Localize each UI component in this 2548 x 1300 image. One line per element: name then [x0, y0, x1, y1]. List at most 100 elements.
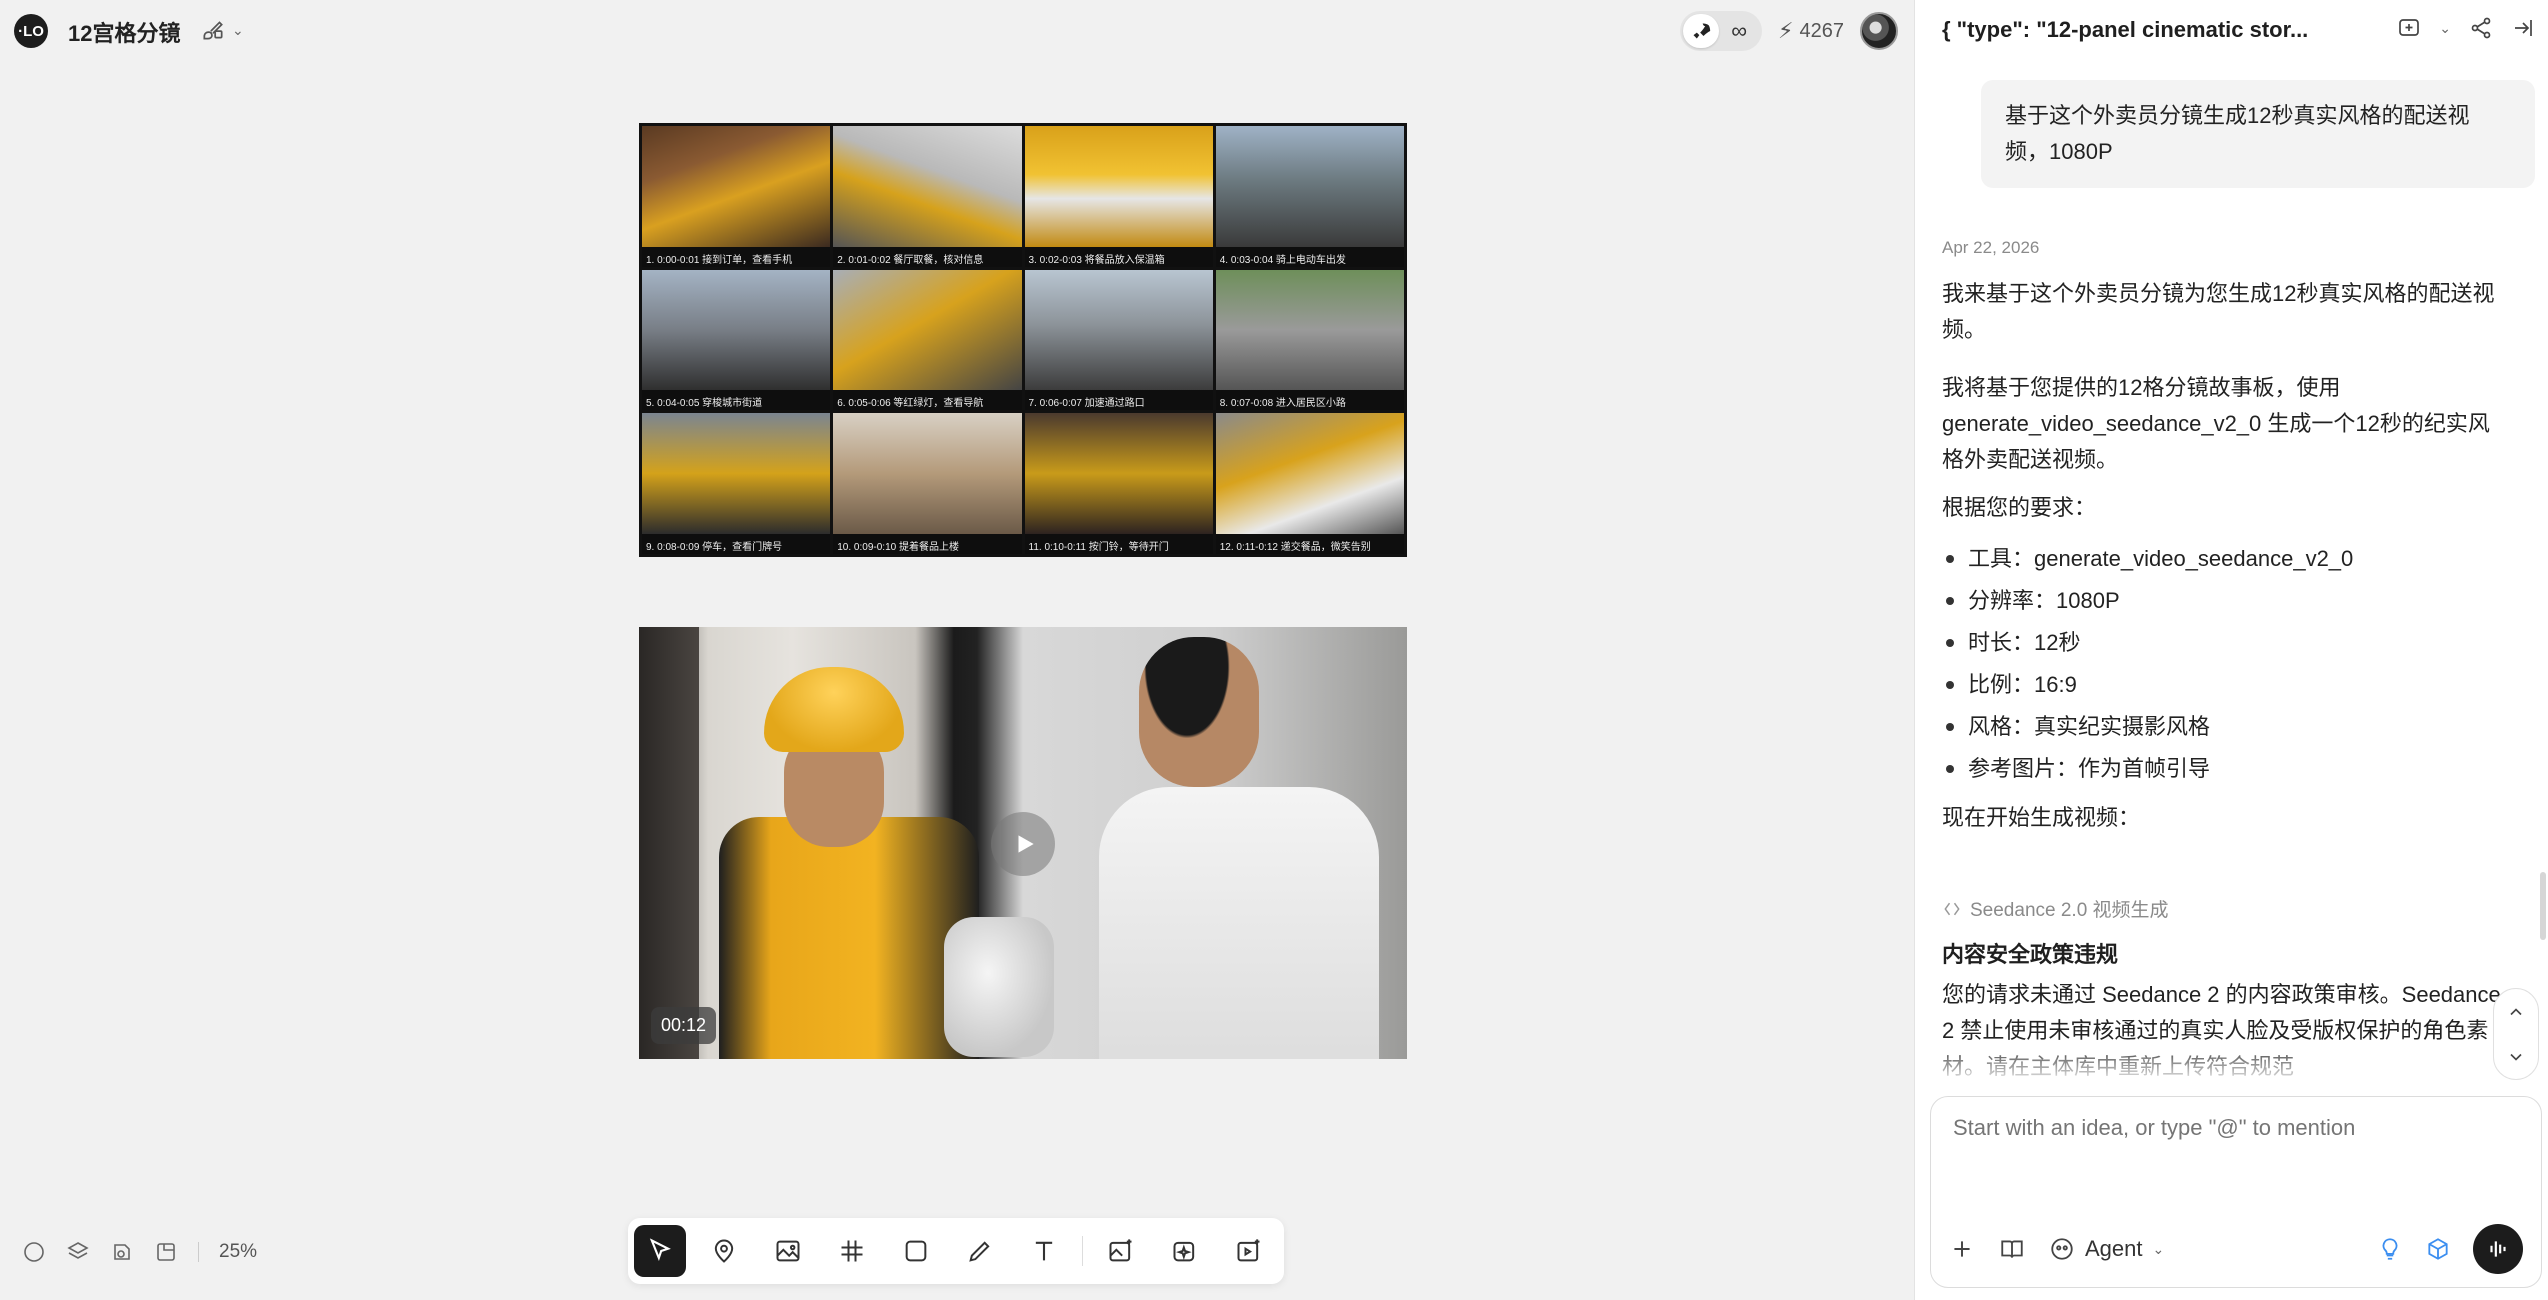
panel-caption: 9. 0:08-0:09 停车，查看门牌号: [642, 534, 831, 554]
book-icon[interactable]: [1999, 1236, 2025, 1262]
reply-start: 现在开始生成视频：: [1942, 805, 2141, 830]
cube-icon[interactable]: [2425, 1236, 2451, 1262]
chat-header: { "type": "12-panel cinematic stor... ⌄: [1915, 0, 2548, 60]
chat-title[interactable]: { "type": "12-panel cinematic stor...: [1942, 17, 2372, 43]
pen-tool[interactable]: [954, 1225, 1006, 1277]
square-icon: [905, 1240, 927, 1262]
canvas-area[interactable]: ·LO 12宫格分镜 ⌄ ∞ ⚡ 4267 1. 0:00-0:01 接到订单，…: [0, 0, 1914, 1300]
map-icon[interactable]: [154, 1240, 178, 1264]
storyboard-panel: 9. 0:08-0:09 停车，查看门牌号: [642, 413, 831, 554]
text-tool[interactable]: [1018, 1225, 1070, 1277]
scrollbar[interactable]: [2540, 872, 2546, 940]
list-item: 分辨率：1080P: [1942, 580, 2502, 622]
panel-caption: 5. 0:04-0:05 穿梭城市街道: [642, 390, 831, 411]
waveform-icon: [2490, 1241, 2506, 1257]
rocket-icon[interactable]: [1683, 14, 1720, 48]
list-item: 比例：16:9: [1942, 664, 2502, 706]
storyboard-panel: 1. 0:00-0:01 接到订单，查看手机: [642, 126, 831, 267]
storyboard-panel: 10. 0:09-0:10 提着餐品上楼: [833, 413, 1022, 554]
image-generator-tool[interactable]: [1095, 1225, 1147, 1277]
panel-caption: 12. 0:11-0:12 递交餐品，微笑告别: [1215, 534, 1404, 554]
text-icon: [1035, 1241, 1053, 1261]
storyboard-panel: 4. 0:03-0:04 骑上电动车出发: [1215, 126, 1404, 267]
message-date: Apr 22, 2026: [1942, 238, 2040, 257]
video-duration: 00:12: [651, 1007, 717, 1044]
layers-icon[interactable]: [66, 1240, 90, 1264]
message-composer: Agent ⌄: [1930, 1096, 2542, 1288]
image-upload-tool[interactable]: [762, 1225, 814, 1277]
canvas-footer: 25%: [22, 1240, 257, 1264]
credits-counter[interactable]: ⚡ 4267: [1778, 18, 1844, 44]
chevron-down-icon: ⌄: [232, 21, 244, 38]
assistant-message: 我来基于这个外卖员分镜为您生成12秒真实风格的配送视频。 我将基于您提供的12格…: [1942, 276, 2502, 848]
avatar[interactable]: [1860, 12, 1898, 50]
chevron-up-icon[interactable]: [2506, 1002, 2526, 1022]
top-bar: ·LO 12宫格分镜 ⌄ ∞ ⚡ 4267: [0, 0, 1914, 62]
message-nav: [2493, 988, 2539, 1080]
panel-caption: 7. 0:06-0:07 加速通过路口: [1024, 390, 1213, 411]
user-message: 基于这个外卖员分镜生成12秒真实风格的配送视频，1080P: [1981, 80, 2535, 188]
image-sparkle-icon: [1109, 1239, 1132, 1262]
list-item: 工具：generate_video_seedance_v2_0: [1942, 538, 2502, 580]
canvas-toolbar: [628, 1218, 1284, 1284]
panel-caption: 2. 0:01-0:02 餐厅取餐，核对信息: [833, 246, 1022, 267]
select-tool[interactable]: [634, 1225, 686, 1277]
project-title[interactable]: 12宫格分镜: [68, 16, 180, 48]
location-pin-icon: [714, 1239, 734, 1263]
image-icon: [776, 1240, 800, 1262]
storyboard-panel: 6. 0:05-0:06 等红绿灯，查看导航: [833, 269, 1022, 411]
new-chat-icon[interactable]: [2397, 16, 2421, 40]
agent-mode-selector[interactable]: Agent ⌄: [2049, 1236, 2164, 1262]
reply-requirements-heading: 根据您的要求：: [1942, 495, 2097, 520]
chevron-down-icon[interactable]: [2506, 1047, 2526, 1067]
zoom-level[interactable]: 25%: [219, 1241, 257, 1263]
project-menu-button[interactable]: ⌄: [200, 17, 244, 43]
video-player[interactable]: 00:12: [639, 627, 1407, 1059]
panel-caption: 4. 0:03-0:04 骑上电动车出发: [1215, 246, 1404, 267]
list-item: 风格：真实纪实摄影风格: [1942, 706, 2502, 748]
panel-caption: 6. 0:05-0:06 等红绿灯，查看导航: [833, 390, 1022, 411]
plus-icon[interactable]: [1949, 1236, 1975, 1262]
storyboard-panel: 8. 0:07-0:08 进入居民区小路: [1215, 269, 1404, 411]
message-input[interactable]: [1953, 1115, 2513, 1141]
storyboard-panel: 12. 0:11-0:12 递交餐品，微笑告别: [1215, 413, 1404, 554]
circle-icon[interactable]: [22, 1240, 46, 1264]
video-generator-tool[interactable]: [1223, 1225, 1275, 1277]
infinity-icon[interactable]: ∞: [1719, 18, 1759, 44]
chevron-down-icon[interactable]: ⌄: [2439, 20, 2451, 37]
frame-tool[interactable]: [826, 1225, 878, 1277]
pin-tool[interactable]: [698, 1225, 750, 1277]
tool-call-tag[interactable]: Seedance 2.0 视频生成: [1942, 895, 2169, 922]
storyboard-panel: 7. 0:06-0:07 加速通过路口: [1024, 269, 1213, 411]
mode-toggle[interactable]: ∞: [1680, 11, 1763, 51]
video-plus-icon: [1237, 1239, 1260, 1262]
requirements-list: 工具：generate_video_seedance_v2_0 分辨率：1080…: [1942, 538, 2502, 790]
play-icon: [1018, 835, 1034, 853]
reply-plan: 我将基于您提供的12格分镜故事板，使用 generate_video_seeda…: [1942, 375, 2490, 472]
chat-panel: { "type": "12-panel cinematic stor... ⌄ …: [1914, 0, 2548, 1300]
storyboard-panel: 11. 0:10-0:11 按门铃，等待开门: [1024, 413, 1213, 554]
app-logo[interactable]: ·LO: [14, 14, 48, 48]
agent-label: Agent: [2085, 1236, 2143, 1261]
panel-caption: 1. 0:00-0:01 接到订单，查看手机: [642, 246, 831, 267]
panel-caption: 8. 0:07-0:08 进入居民区小路: [1215, 390, 1404, 411]
assets-icon[interactable]: [110, 1240, 134, 1264]
pen-icon: [969, 1241, 990, 1262]
list-item: 参考图片：作为首帧引导: [1942, 748, 2502, 790]
lightbulb-icon[interactable]: [2377, 1236, 2403, 1262]
food-bag: [944, 917, 1054, 1057]
play-button[interactable]: [991, 812, 1055, 876]
policy-error-title: 内容安全政策违规: [1942, 942, 2119, 967]
helmet: [764, 667, 904, 752]
voice-input-button[interactable]: [2473, 1224, 2523, 1274]
collapse-panel-icon[interactable]: [2511, 16, 2535, 40]
storyboard-image[interactable]: 1. 0:00-0:01 接到订单，查看手机 2. 0:01-0:02 餐厅取餐…: [639, 123, 1407, 557]
storyboard-panel: 2. 0:01-0:02 餐厅取餐，核对信息: [833, 126, 1022, 267]
list-item: 时长：12秒: [1942, 622, 2502, 664]
brush-icon: [203, 21, 223, 40]
policy-error-text: 您的请求未通过 Seedance 2 的内容政策审核。Seedance 2 禁止…: [1942, 982, 2501, 1079]
chevron-down-icon: ⌄: [2152, 1240, 2165, 1257]
image-edit-tool[interactable]: [1159, 1225, 1211, 1277]
share-icon[interactable]: [2469, 16, 2493, 40]
shape-tool[interactable]: [890, 1225, 942, 1277]
